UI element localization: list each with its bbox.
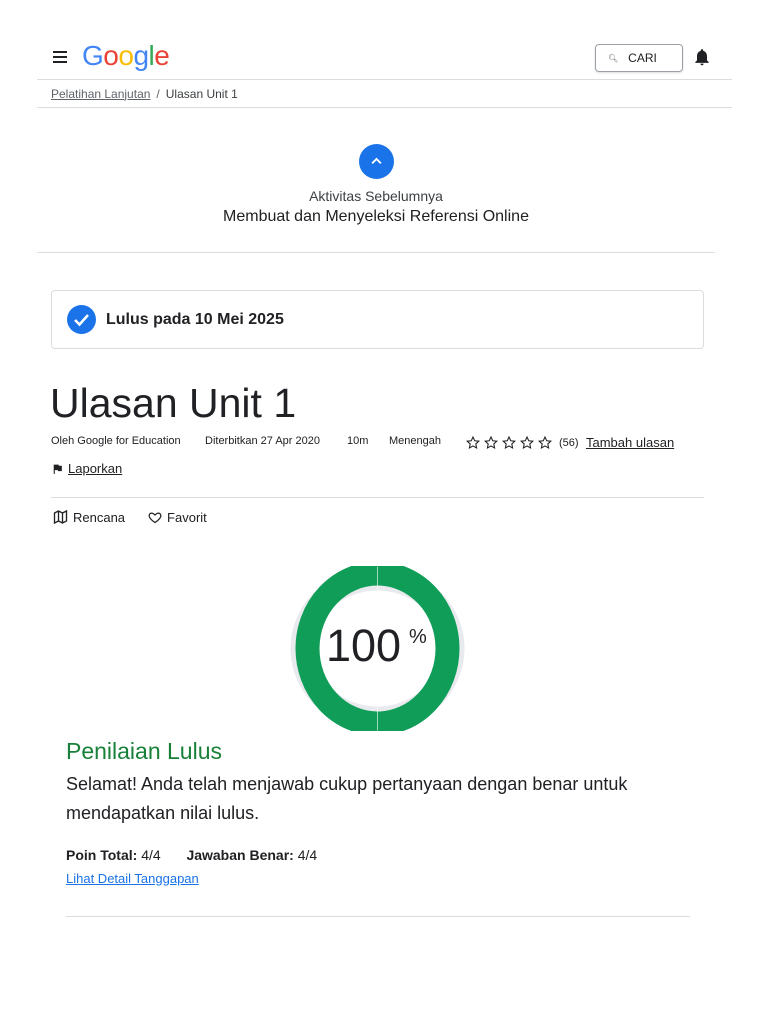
correct-value: 4/4 [297, 847, 318, 863]
score-summary: Poin Total: 4/4 Jawaban Benar: 4/4 [66, 847, 317, 863]
star-icon[interactable] [519, 435, 535, 451]
action-bar: Rencana Favorit [52, 509, 229, 525]
flag-icon [53, 464, 62, 474]
breadcrumb-current: Ulasan Unit 1 [165, 86, 238, 101]
logo-letter: g [133, 40, 149, 71]
logo-letter: o [103, 40, 119, 71]
correct-label: Jawaban Benar: [186, 847, 294, 863]
previous-activity-title[interactable]: Membuat dan Menyeleksi Referensi Online [37, 208, 715, 226]
search-label: CARI [628, 51, 657, 65]
divider [51, 497, 704, 498]
star-icon[interactable] [465, 435, 481, 451]
breadcrumb: Pelatihan Lanjutan / Ulasan Unit 1 [37, 80, 732, 108]
result-message: Selamat! Anda telah menjawab cukup perta… [66, 774, 628, 823]
search-icon: 🔍︎ [608, 53, 619, 63]
duration: 10m [347, 435, 369, 447]
plan-label: Rencana [73, 509, 126, 525]
review-count: (56) [559, 437, 579, 449]
heart-icon [148, 511, 162, 523]
add-review-link[interactable]: Tambah ulasan [586, 435, 674, 450]
logo-letter: e [154, 40, 170, 71]
points-label: Poin Total: [66, 847, 138, 863]
score-unit: % [409, 626, 427, 648]
search-button[interactable]: 🔍︎ CARI [595, 44, 683, 72]
page-title: Ulasan Unit 1 [50, 380, 297, 426]
logo-letter: o [118, 40, 134, 71]
previous-activity-section: Aktivitas Sebelumnya Membuat dan Menyele… [37, 140, 715, 253]
pass-status-card: Lulus pada 10 Mei 2025 [51, 290, 704, 349]
star-icon[interactable] [501, 435, 517, 451]
favorite-label: Favorit [167, 509, 207, 525]
google-logo[interactable]: Google [82, 40, 170, 72]
author: Oleh Google for Education [51, 435, 181, 447]
divider [66, 916, 690, 917]
breadcrumb-separator: / [156, 86, 160, 101]
favorite-button[interactable]: Favorit [147, 509, 207, 525]
published-date: Diterbitkan 27 Apr 2020 [205, 435, 320, 447]
view-response-details-link[interactable]: Lihat Detail Tanggapan [66, 871, 199, 886]
chevron-up-icon [371, 157, 382, 165]
score-value: 100 [326, 620, 402, 671]
pass-status-text: Lulus pada 10 Mei 2025 [106, 310, 284, 328]
star-rating[interactable] [465, 435, 555, 451]
logo-letter: G [82, 40, 104, 71]
check-circle-icon [67, 305, 96, 334]
report-label[interactable]: Laporkan [68, 461, 122, 476]
bell-icon[interactable] [692, 47, 712, 67]
breadcrumb-link-parent[interactable]: Pelatihan Lanjutan [51, 87, 150, 101]
map-icon [53, 509, 68, 525]
plan-button[interactable]: Rencana [52, 509, 125, 525]
top-app-bar: Google 🔍︎ CARI [37, 37, 732, 80]
difficulty-level: Menengah [389, 435, 441, 447]
previous-activity-button[interactable] [359, 144, 394, 179]
report-button[interactable]: Laporkan [51, 461, 122, 476]
course-meta: Oleh Google for Education Diterbitkan 27… [51, 433, 711, 453]
previous-activity-label: Aktivitas Sebelumnya [309, 188, 443, 204]
star-icon[interactable] [483, 435, 499, 451]
result-title: Penilaian Lulus [66, 738, 223, 764]
points-value: 4/4 [141, 847, 161, 863]
star-icon[interactable] [537, 435, 553, 451]
hamburger-menu-icon[interactable] [53, 51, 67, 63]
